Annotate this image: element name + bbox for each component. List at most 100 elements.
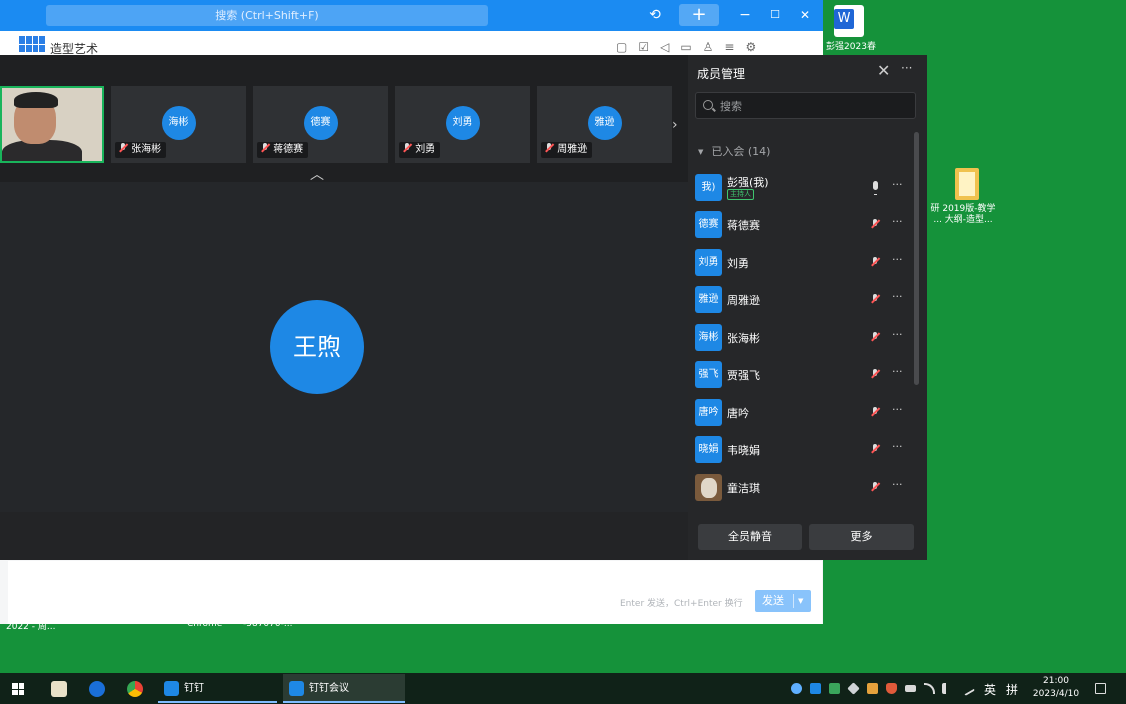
active-indicator xyxy=(283,701,405,703)
battery-icon[interactable] xyxy=(905,685,916,692)
member-row[interactable]: 德赛 蒋德赛 ··· xyxy=(695,211,910,239)
volume-icon[interactable] xyxy=(942,683,950,694)
mic-muted-icon[interactable] xyxy=(870,294,880,304)
meeting-toolbar xyxy=(0,512,688,560)
window-label: -587070-... xyxy=(243,619,293,629)
mic-muted-icon xyxy=(118,143,128,153)
notification-icon[interactable] xyxy=(1095,683,1106,694)
tray-app-icon[interactable] xyxy=(867,683,878,694)
taskbar-app-label: 钉钉 xyxy=(184,683,204,694)
participant-tile[interactable]: 德赛 蒋德赛 xyxy=(253,86,388,163)
member-more-icon[interactable]: ··· xyxy=(892,365,903,378)
member-more-icon[interactable]: ··· xyxy=(892,253,903,266)
member-avatar: 晓娟 xyxy=(695,436,722,463)
member-row[interactable]: 我) 彭强(我) 主持人 ··· xyxy=(695,174,910,202)
dingtalk-taskbar-icon[interactable] xyxy=(89,681,105,697)
chrome-icon[interactable] xyxy=(127,681,143,697)
send-options-icon[interactable]: ▼ xyxy=(798,590,803,612)
strip-collapse-icon[interactable]: ︿ xyxy=(310,164,324,184)
mic-muted-icon[interactable] xyxy=(870,219,880,229)
close-button[interactable]: ✕ xyxy=(797,4,813,26)
strip-next-icon[interactable]: › xyxy=(672,117,678,133)
member-name: 刘勇 xyxy=(727,257,749,270)
close-icon[interactable]: ✕ xyxy=(877,61,890,80)
participant-tile[interactable]: 海彬 张海彬 xyxy=(111,86,246,163)
meeting-app-icon xyxy=(289,681,304,696)
member-more-icon[interactable]: ··· xyxy=(892,328,903,341)
dingtalk-app-icon xyxy=(164,681,179,696)
system-clock[interactable]: 21:00 2023/4/10 xyxy=(1030,675,1082,701)
participant-name: 蒋德赛 xyxy=(273,144,304,155)
member-name: 蒋德赛 xyxy=(727,219,760,232)
folder-label: 研 2019版-教学 ... 大纲-造型... xyxy=(926,204,1000,226)
member-row[interactable]: 海彬 张海彬 ··· xyxy=(695,324,910,352)
member-avatar: 海彬 xyxy=(695,324,722,351)
send-hint: Enter 发送，Ctrl+Enter 换行 xyxy=(620,599,743,609)
mic-on-icon[interactable] xyxy=(873,181,878,195)
member-more-icon[interactable]: ··· xyxy=(892,440,903,453)
member-search-box[interactable] xyxy=(695,92,916,119)
more-icon[interactable]: ··· xyxy=(901,61,912,75)
mic-muted-icon[interactable] xyxy=(870,369,880,379)
chat-toolbar-icons[interactable]: ▢☑◁▭♙≡⚙ xyxy=(616,40,767,54)
self-video-tile[interactable] xyxy=(0,86,104,163)
mic-muted-icon[interactable] xyxy=(870,444,880,454)
security-shield-icon[interactable] xyxy=(886,683,897,694)
panel-title: 成员管理 xyxy=(697,67,746,81)
onedrive-icon[interactable] xyxy=(791,683,802,694)
ime-language-indicator[interactable]: 英 xyxy=(984,681,996,698)
mic-muted-icon[interactable] xyxy=(870,332,880,342)
member-row[interactable]: 童洁琪 ··· xyxy=(695,474,910,502)
maximize-button[interactable]: ☐ xyxy=(767,4,783,26)
mute-all-button[interactable]: 全员静音 xyxy=(698,524,802,550)
ime-mode-indicator[interactable]: 拼 xyxy=(1006,681,1018,698)
mic-muted-icon[interactable] xyxy=(870,257,880,267)
member-row[interactable]: 唐吟 唐吟 ··· xyxy=(695,399,910,427)
member-more-icon[interactable]: ··· xyxy=(892,178,903,191)
member-search-input[interactable] xyxy=(720,98,910,114)
word-document-icon[interactable]: W xyxy=(834,5,864,37)
member-row[interactable]: 强飞 贾强飞 ··· xyxy=(695,361,910,389)
member-name: 彭强(我) xyxy=(727,176,769,189)
participant-name: 周雅逊 xyxy=(557,144,588,155)
dingtalk-search-box[interactable]: 搜索 (Ctrl+Shift+F) xyxy=(46,5,488,26)
participant-avatar: 德赛 xyxy=(303,106,338,140)
participant-tile[interactable]: 雅逊 周雅逊 xyxy=(537,86,672,163)
taskbar-app-dingtalk[interactable]: 钉钉 xyxy=(158,674,277,703)
history-icon[interactable]: ⟲ xyxy=(645,4,665,26)
message-input-area[interactable] xyxy=(8,561,822,624)
participant-name-tag: 蒋德赛 xyxy=(257,142,309,158)
participant-name-tag: 周雅逊 xyxy=(541,142,593,158)
member-name: 周雅逊 xyxy=(727,294,760,307)
tray-app-icon[interactable] xyxy=(829,683,840,694)
member-avatar: 强飞 xyxy=(695,361,722,388)
windows-start-icon[interactable] xyxy=(12,683,24,695)
participant-tile[interactable]: 刘勇 刘勇 xyxy=(395,86,530,163)
member-row[interactable]: 雅逊 周雅逊 ··· xyxy=(695,286,910,314)
member-more-icon[interactable]: ··· xyxy=(892,290,903,303)
plus-button[interactable]: + xyxy=(679,4,719,26)
dingtalk-tray-icon[interactable] xyxy=(810,683,821,694)
minimize-button[interactable]: − xyxy=(737,4,753,26)
member-list-scrollbar[interactable] xyxy=(914,132,919,385)
member-more-icon[interactable]: ··· xyxy=(892,478,903,491)
more-button[interactable]: 更多 xyxy=(809,524,914,550)
joined-group-header[interactable]: ▼ 已入会 (14) xyxy=(698,143,770,159)
member-avatar: 德赛 xyxy=(695,211,722,238)
member-row[interactable]: 晓娟 韦晓娟 ··· xyxy=(695,436,910,464)
mic-muted-icon[interactable] xyxy=(870,407,880,417)
taskbar-app-label: 钉钉会议 xyxy=(309,683,349,694)
taskbar-app-meeting[interactable]: 钉钉会议 xyxy=(283,674,405,703)
send-button[interactable]: 发送 ▼ xyxy=(755,590,811,612)
mic-muted-icon[interactable] xyxy=(870,482,880,492)
folder-icon[interactable] xyxy=(955,168,979,200)
notepad-icon[interactable] xyxy=(51,681,67,697)
member-more-icon[interactable]: ··· xyxy=(892,215,903,228)
group-logo-icon xyxy=(19,36,45,52)
member-more-icon[interactable]: ··· xyxy=(892,403,903,416)
word-file-label: 彭强2023春 xyxy=(826,42,876,52)
member-name: 贾强飞 xyxy=(727,369,760,382)
member-name: 唐吟 xyxy=(727,407,749,420)
folder-label-line: 研 2019版-教学 xyxy=(930,204,996,214)
member-row[interactable]: 刘勇 刘勇 ··· xyxy=(695,249,910,277)
